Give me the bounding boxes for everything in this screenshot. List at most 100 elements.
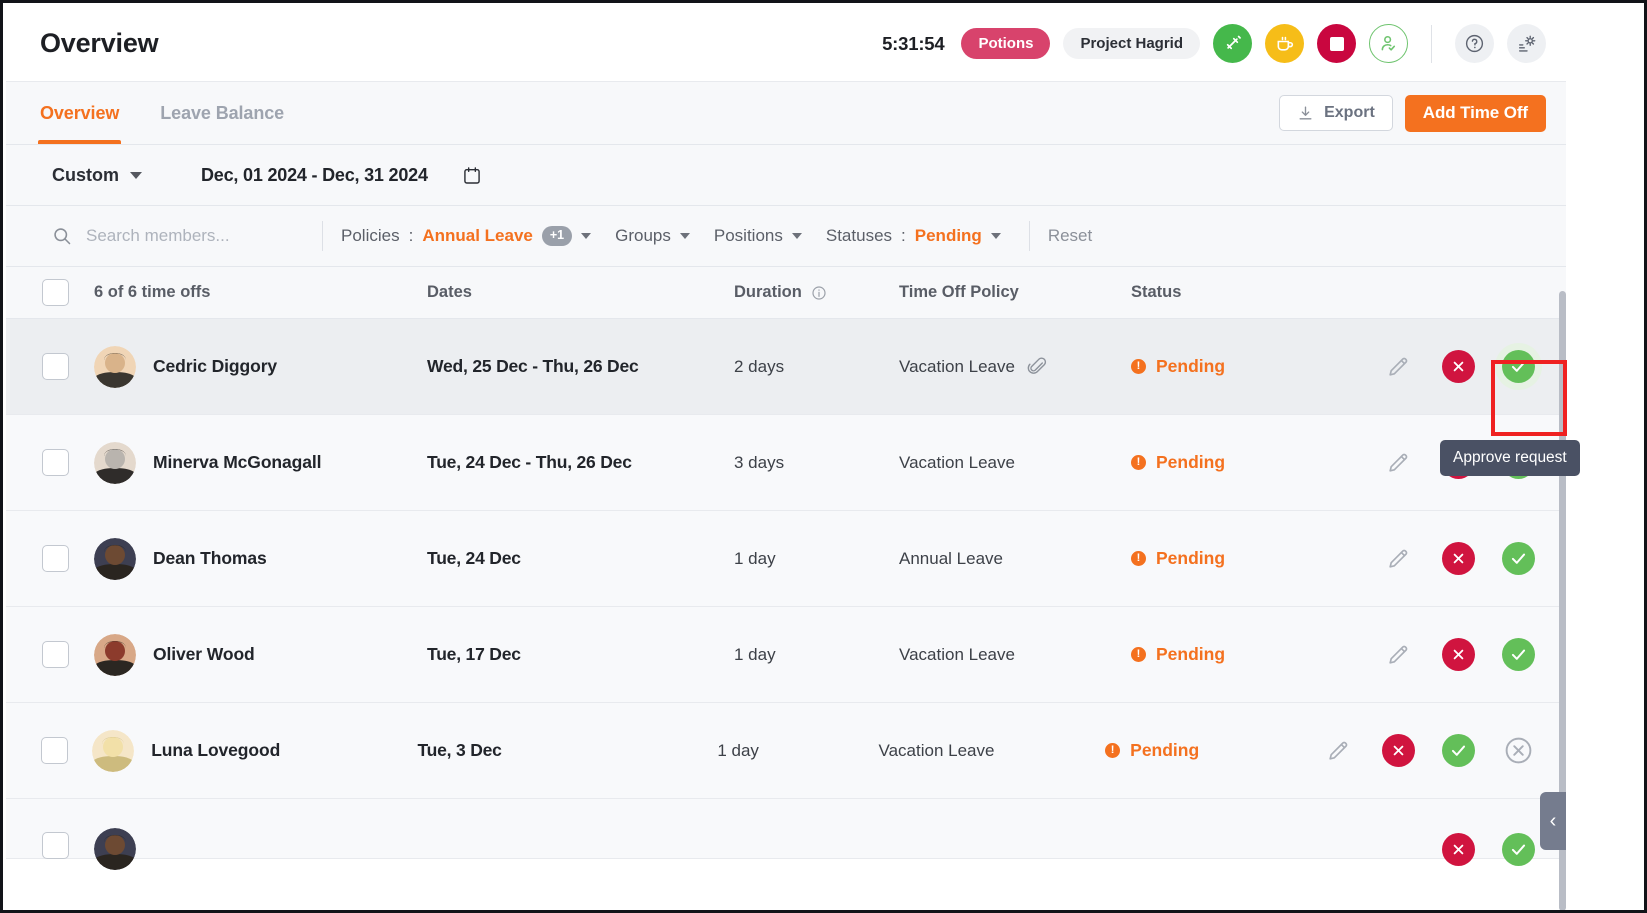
row-select-cell bbox=[6, 641, 94, 668]
top-header: Overview 5:31:54 Potions Project Hagrid bbox=[6, 6, 1566, 82]
policy-value: Vacation Leave bbox=[878, 740, 995, 760]
duration-value: 1 day bbox=[734, 644, 776, 664]
select-all-checkbox[interactable] bbox=[41, 279, 69, 306]
duration-value: 2 days bbox=[734, 356, 785, 376]
reject-request-button[interactable] bbox=[1442, 638, 1475, 671]
member-cell: Minerva McGonagall bbox=[94, 441, 427, 484]
approve-request-button[interactable] bbox=[1502, 638, 1535, 671]
row-checkbox[interactable] bbox=[41, 449, 69, 476]
search-input[interactable] bbox=[86, 226, 286, 246]
avatar bbox=[94, 537, 136, 580]
collapse-panel-handle[interactable]: ‹ bbox=[1540, 792, 1566, 850]
approve-request-button[interactable] bbox=[1502, 350, 1535, 383]
edit-icon[interactable] bbox=[1382, 542, 1415, 575]
approve-request-button[interactable] bbox=[1442, 734, 1475, 767]
row-actions bbox=[1322, 734, 1566, 767]
tab-leave-balance[interactable]: Leave Balance bbox=[160, 82, 284, 144]
chevron-down-icon bbox=[990, 233, 1001, 239]
row-select-cell bbox=[6, 737, 92, 764]
edit-icon[interactable] bbox=[1322, 734, 1355, 767]
row-checkbox[interactable] bbox=[41, 545, 69, 572]
policy-value: Annual Leave bbox=[899, 548, 1003, 568]
calendar-icon[interactable] bbox=[462, 165, 482, 186]
download-icon bbox=[1297, 105, 1314, 122]
edit-icon[interactable] bbox=[1382, 350, 1415, 383]
filter-statuses-value: Pending bbox=[914, 226, 982, 245]
reject-request-button[interactable] bbox=[1442, 542, 1475, 575]
filter-policies-value: Annual Leave bbox=[422, 226, 533, 245]
edit-icon[interactable] bbox=[1382, 446, 1415, 479]
filters-bar: Policies : Annual Leave +1 Groups Positi… bbox=[6, 206, 1566, 267]
table-row[interactable] bbox=[6, 799, 1566, 870]
filter-statuses-label: Statuses bbox=[825, 226, 893, 245]
header-right-controls: 5:31:54 Potions Project Hagrid bbox=[882, 24, 1546, 63]
chevron-down-icon bbox=[581, 233, 592, 239]
current-project-pill[interactable]: Project Hagrid bbox=[1063, 28, 1200, 59]
row-checkbox[interactable] bbox=[41, 641, 69, 668]
status-warning-icon: ! bbox=[1131, 647, 1146, 662]
reject-request-button[interactable] bbox=[1382, 734, 1415, 767]
policy-cell: Annual Leave bbox=[899, 549, 1131, 569]
row-select-cell bbox=[6, 449, 94, 476]
approve-request-button[interactable] bbox=[1502, 542, 1535, 575]
status-cell: ! Pending bbox=[1131, 356, 1353, 377]
reject-request-button[interactable] bbox=[1442, 350, 1475, 383]
row-checkbox[interactable] bbox=[41, 832, 69, 859]
row-select-cell bbox=[6, 545, 94, 572]
table-row[interactable]: Luna Lovegood Tue, 3 Dec 1 day Vacation … bbox=[6, 703, 1566, 799]
current-task-pill[interactable]: Potions bbox=[961, 28, 1051, 59]
attachment-icon[interactable] bbox=[1027, 356, 1048, 377]
tracker-resume-icon[interactable] bbox=[1213, 24, 1252, 63]
date-range-value[interactable]: Dec, 01 2024 - Dec, 31 2024 bbox=[201, 165, 428, 186]
avatar bbox=[94, 441, 136, 484]
coffee-break-icon[interactable] bbox=[1265, 24, 1304, 63]
member-name: Cedric Diggory bbox=[153, 356, 278, 376]
status-badge: Pending bbox=[1156, 452, 1226, 472]
dates-value: Wed, 25 Dec - Thu, 26 Dec bbox=[427, 356, 639, 376]
reset-filters-button[interactable]: Reset bbox=[1048, 226, 1092, 246]
add-time-off-button[interactable]: Add Time Off bbox=[1404, 94, 1546, 132]
duration-cell: 1 day bbox=[717, 741, 878, 761]
filter-statuses[interactable]: Statuses : Pending bbox=[826, 226, 1001, 246]
table-row[interactable]: Dean Thomas Tue, 24 Dec 1 day Annual Lea… bbox=[6, 511, 1566, 607]
date-preset-dropdown[interactable]: Custom bbox=[52, 165, 142, 186]
dates-value: Tue, 24 Dec - Thu, 26 Dec bbox=[427, 452, 632, 472]
filter-positions[interactable]: Positions bbox=[714, 226, 802, 246]
member-cell: Oliver Wood bbox=[94, 633, 427, 676]
export-button[interactable]: Export bbox=[1279, 95, 1393, 131]
dates-cell: Tue, 3 Dec bbox=[417, 740, 717, 761]
filter-positions-label: Positions bbox=[713, 226, 783, 245]
edit-icon[interactable] bbox=[1382, 638, 1415, 671]
filter-groups[interactable]: Groups bbox=[615, 226, 690, 246]
status-cell: ! Pending bbox=[1105, 740, 1322, 761]
app-viewport: Overview 5:31:54 Potions Project Hagrid bbox=[6, 6, 1566, 910]
status-warning-icon: ! bbox=[1131, 551, 1146, 566]
tab-overview[interactable]: Overview bbox=[37, 82, 122, 144]
tabs-bar: Overview Leave Balance Export Add Time O… bbox=[6, 82, 1566, 145]
filter-groups-label: Groups bbox=[615, 226, 671, 245]
export-label: Export bbox=[1324, 104, 1375, 121]
stop-tracker-icon[interactable] bbox=[1317, 24, 1356, 63]
table-header: 6 of 6 time offs Dates Duration Time Off… bbox=[6, 267, 1566, 319]
table-row[interactable]: Minerva McGonagall Tue, 24 Dec - Thu, 26… bbox=[6, 415, 1566, 511]
filter-colon: : bbox=[901, 226, 906, 245]
cancel-request-button[interactable] bbox=[1502, 734, 1535, 767]
status-badge: Pending bbox=[1130, 740, 1200, 760]
status-warning-icon: ! bbox=[1105, 743, 1121, 758]
header-divider bbox=[1431, 24, 1432, 63]
table-row[interactable]: Oliver Wood Tue, 17 Dec 1 day Vacation L… bbox=[6, 607, 1566, 703]
info-icon[interactable] bbox=[811, 285, 827, 301]
table-row[interactable]: Cedric Diggory Wed, 25 Dec - Thu, 26 Dec… bbox=[6, 319, 1566, 415]
status-cell: ! Pending bbox=[1131, 644, 1353, 665]
row-checkbox[interactable] bbox=[40, 737, 68, 764]
filter-policies[interactable]: Policies : Annual Leave +1 bbox=[341, 226, 592, 246]
help-icon[interactable] bbox=[1455, 24, 1494, 63]
policy-cell: Vacation Leave bbox=[899, 453, 1131, 473]
reject-request-button[interactable] bbox=[1442, 833, 1475, 866]
person-check-icon[interactable] bbox=[1369, 24, 1408, 63]
member-name: Dean Thomas bbox=[153, 548, 267, 568]
settings-icon[interactable] bbox=[1507, 24, 1546, 63]
approve-request-button[interactable] bbox=[1502, 833, 1535, 866]
column-count: 6 of 6 time offs bbox=[94, 283, 427, 302]
row-checkbox[interactable] bbox=[41, 353, 69, 380]
